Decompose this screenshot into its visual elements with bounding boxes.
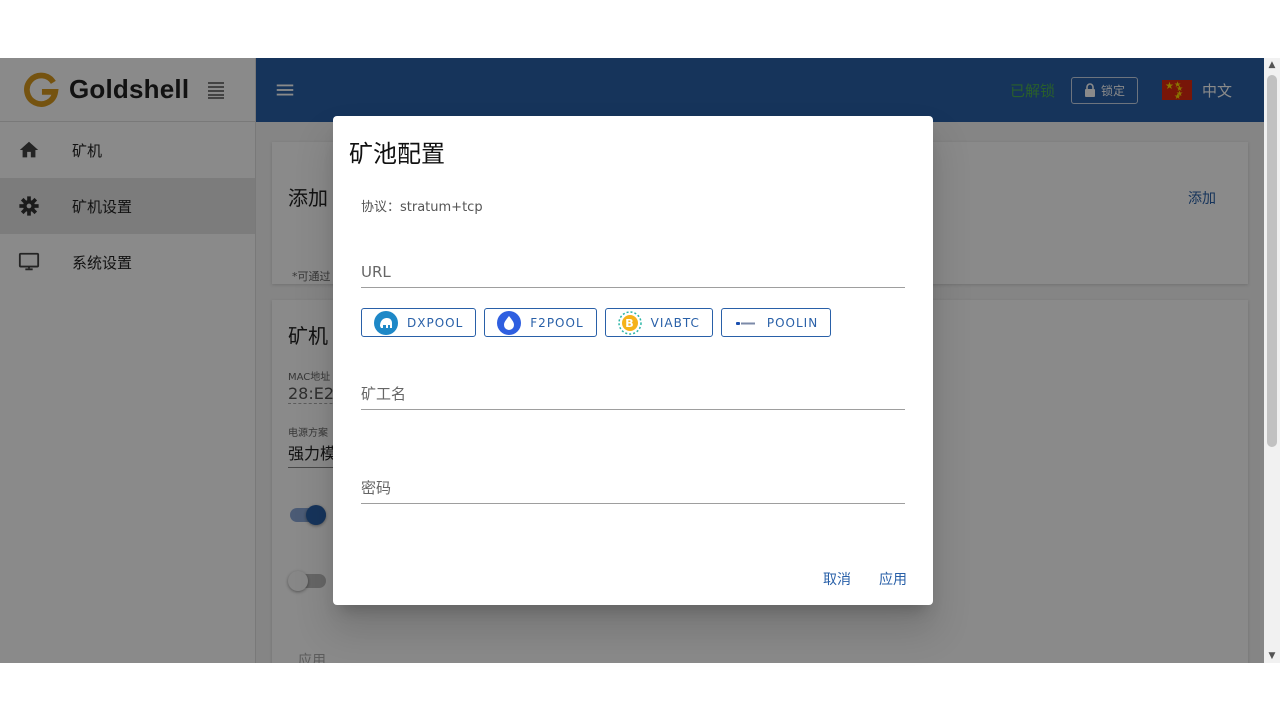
poolin-button[interactable]: POOLIN (720, 308, 832, 337)
pool-presets: DXPOOL F2POOL B VIABTC POOLIN (361, 308, 839, 337)
f2pool-button[interactable]: F2POOL (484, 308, 597, 337)
pool-config-dialog: 矿池配置 协议：stratum+tcp DXPOOL F2POOL B (333, 116, 933, 605)
pool-button-label: F2POOL (530, 315, 584, 330)
scroll-down-arrow-icon[interactable]: ▼ (1267, 651, 1277, 661)
password-input[interactable] (361, 474, 905, 502)
password-field[interactable] (361, 474, 905, 504)
poolin-logo-icon (735, 321, 755, 325)
worker-field[interactable] (361, 380, 905, 410)
scroll-up-arrow-icon[interactable]: ▲ (1267, 60, 1277, 70)
worker-input[interactable] (361, 380, 905, 408)
cancel-button[interactable]: 取消 (823, 569, 851, 589)
pool-button-label: POOLIN (766, 315, 819, 330)
svg-text:B: B (625, 317, 634, 330)
page-scrollbar[interactable]: ▲ ▼ (1264, 58, 1280, 663)
scrollbar-thumb[interactable] (1267, 75, 1277, 447)
viabtc-button[interactable]: B VIABTC (604, 308, 713, 337)
dxpool-button[interactable]: DXPOOL (361, 308, 477, 337)
f2pool-logo-icon (497, 310, 522, 335)
protocol-label: 协议：stratum+tcp (361, 200, 483, 215)
viabtc-logo-icon: B (617, 310, 642, 335)
url-field[interactable] (361, 258, 905, 288)
apply-button[interactable]: 应用 (879, 569, 907, 589)
dxpool-logo-icon (374, 310, 398, 335)
dialog-actions: 取消 应用 (795, 569, 907, 589)
pool-button-label: VIABTC (650, 315, 700, 330)
url-input[interactable] (361, 258, 905, 286)
dialog-title: 矿池配置 (349, 140, 445, 168)
pool-button-label: DXPOOL (407, 315, 464, 330)
